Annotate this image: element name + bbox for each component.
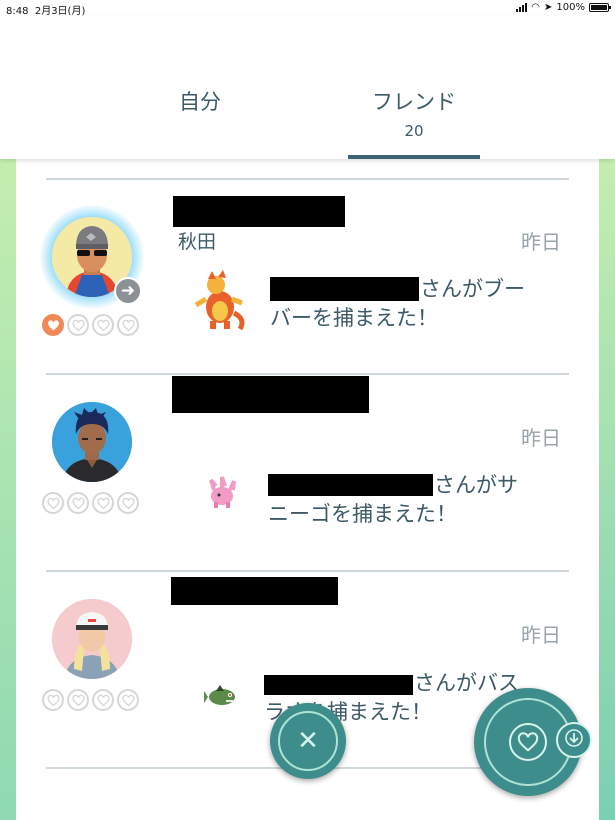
- corsola-icon: [204, 474, 240, 514]
- sort-down-icon: [564, 728, 584, 752]
- friend-date: 昨日: [521, 623, 561, 647]
- activity-message-line2: ニーゴを捕まえた！: [268, 502, 457, 526]
- status-icons: ◠ ➤ 100%: [516, 2, 611, 13]
- battery-percent: 100%: [556, 2, 585, 13]
- heart-icon: [42, 689, 64, 711]
- avatar[interactable]: [52, 599, 132, 679]
- heart-icon: [117, 314, 139, 336]
- tab-self-label: 自分: [179, 90, 221, 114]
- signal-icon: [516, 3, 528, 12]
- divider: [46, 570, 569, 572]
- heart-icon: [117, 689, 139, 711]
- wifi-icon: ◠: [531, 2, 541, 13]
- heart-icon: [92, 689, 114, 711]
- heart-icon: [67, 492, 89, 514]
- heart-icon: [117, 492, 139, 514]
- heart-icon: [509, 723, 547, 761]
- friends-count: 20: [404, 122, 424, 140]
- friend-row[interactable]: ➜ 秋田 昨日 さんがブー バーを捕まえた！: [16, 181, 599, 377]
- heart-icon: [67, 689, 89, 711]
- heart-icon: [92, 492, 114, 514]
- left-edge-gradient: [0, 159, 16, 820]
- close-button[interactable]: ✕: [270, 703, 346, 779]
- activity-message: さんがブー バーを捕まえた！: [270, 275, 560, 332]
- activity-message-line1: さんがブー: [420, 277, 525, 301]
- heart-icon: [42, 314, 64, 336]
- friendship-hearts: [42, 492, 139, 514]
- friendship-hearts: [42, 689, 139, 711]
- heart-icon: [67, 314, 89, 336]
- status-bar: 8:48 2月3日(月) ◠ ➤ 100%: [0, 0, 615, 17]
- activity-message-line1: さんがサ: [434, 473, 518, 497]
- redacted-name: [171, 577, 338, 605]
- redacted-name: [172, 376, 369, 413]
- avatar[interactable]: [52, 402, 132, 482]
- friend-date: 昨日: [521, 426, 561, 450]
- status-time-date: 8:48 2月3日(月): [6, 2, 85, 17]
- magmar-icon: [190, 269, 250, 337]
- friend-row[interactable]: 昨日 さんがサ ニーゴを捕まえた！: [16, 376, 599, 572]
- divider: [46, 178, 569, 180]
- arrow-right-icon: ➜: [114, 277, 142, 305]
- friendship-hearts: [42, 314, 139, 336]
- heart-icon: [92, 314, 114, 336]
- friend-city: 秋田: [178, 231, 217, 253]
- right-edge-gradient: [599, 159, 615, 820]
- tab-friends[interactable]: フレンド 20: [348, 86, 480, 140]
- basculin-icon: [204, 681, 240, 715]
- heart-icon: [42, 492, 64, 514]
- header: 自分 フレンド 20: [0, 16, 615, 159]
- sort-button[interactable]: [556, 722, 592, 758]
- location-icon: ➤: [544, 2, 553, 13]
- activity-message: さんがサ ニーゴを捕まえた！: [268, 471, 558, 528]
- divider: [46, 373, 569, 375]
- friend-date: 昨日: [521, 230, 561, 254]
- battery-icon: [589, 3, 611, 12]
- activity-message-line2: バーを捕まえた！: [270, 306, 438, 330]
- close-icon: ✕: [278, 711, 338, 771]
- tab-self[interactable]: 自分: [150, 86, 250, 116]
- active-tab-indicator: [348, 155, 480, 159]
- redacted-name: [173, 196, 345, 227]
- tab-friends-label: フレンド: [372, 90, 456, 114]
